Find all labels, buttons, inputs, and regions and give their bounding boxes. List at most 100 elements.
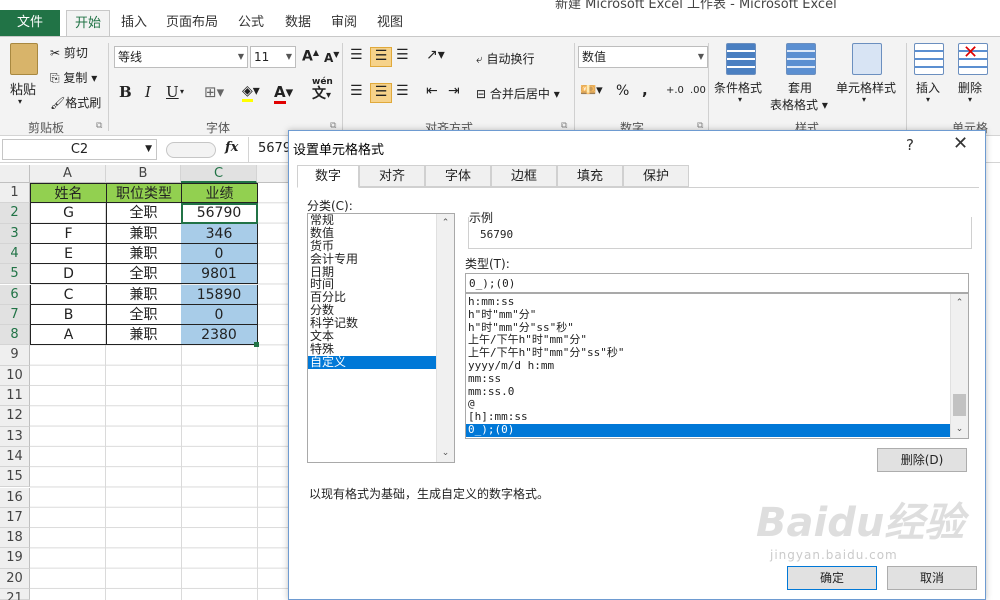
row-header[interactable]: 14 xyxy=(0,446,30,468)
tab-number[interactable]: 数字 xyxy=(297,165,359,188)
font-size-combo[interactable]: 11 ▼ xyxy=(250,46,296,68)
row-header[interactable]: 1 xyxy=(0,183,30,204)
list-item[interactable]: mm:ss.0 xyxy=(466,385,950,399)
fill-handle[interactable] xyxy=(254,342,259,347)
row-header[interactable]: 2 xyxy=(0,203,30,224)
increase-decimal-icon[interactable]: +.0 xyxy=(666,85,684,96)
cell-b[interactable]: 全职 xyxy=(106,203,182,224)
number-format-combo[interactable]: 数值 ▼ xyxy=(578,46,708,68)
delete-cells-icon[interactable]: ✕ xyxy=(958,42,988,75)
chevron-down-icon[interactable]: ▾ xyxy=(180,87,184,96)
cell-a[interactable]: D xyxy=(30,264,107,285)
list-item[interactable]: 货币 xyxy=(308,239,436,253)
chevron-down-icon[interactable]: ▾ xyxy=(926,95,930,104)
cell-b[interactable]: 兼职 xyxy=(106,223,182,244)
row-header[interactable]: 8 xyxy=(0,325,30,346)
italic-button[interactable]: I xyxy=(145,83,151,101)
cell-c-active[interactable]: 56790 xyxy=(181,203,258,224)
bold-button[interactable]: B xyxy=(119,83,132,101)
cell-c[interactable]: 2380 xyxy=(181,325,258,346)
cell-b[interactable]: 全职 xyxy=(106,304,182,326)
tab-fill[interactable]: 填充 xyxy=(557,165,623,187)
cell-a[interactable]: G xyxy=(30,203,107,224)
tab-protection[interactable]: 保护 xyxy=(623,165,689,187)
row-header[interactable]: 4 xyxy=(0,243,30,265)
column-header-a[interactable]: A xyxy=(30,165,106,183)
cell-a[interactable]: A xyxy=(30,325,107,346)
row-header[interactable]: 6 xyxy=(0,284,30,305)
list-item[interactable]: 会计专用 xyxy=(308,252,436,266)
row-header[interactable]: 11 xyxy=(0,386,30,407)
delete-cells-button[interactable]: 删除 xyxy=(958,79,982,96)
row-header[interactable]: 17 xyxy=(0,507,30,529)
list-item[interactable]: yyyy/m/d h:mm xyxy=(466,359,950,373)
cell-c[interactable]: 15890 xyxy=(181,284,258,305)
conditional-format-icon[interactable] xyxy=(726,43,756,75)
align-middle-icon[interactable]: ☰ xyxy=(370,47,392,67)
cell-b[interactable]: 全职 xyxy=(106,264,182,285)
decrease-decimal-icon[interactable]: .00 xyxy=(690,85,706,96)
merge-center-button[interactable]: ⊟ 合并后居中 ▾ xyxy=(476,85,560,102)
table-format-button[interactable]: 表格格式 ▾ xyxy=(770,96,828,113)
tab-file[interactable]: 文件 xyxy=(0,10,60,36)
fill-color-icon[interactable]: ◈▾ xyxy=(242,83,260,102)
row-header[interactable]: 18 xyxy=(0,528,30,549)
row-header[interactable]: 20 xyxy=(0,568,30,589)
clipboard-launcher-icon[interactable]: ⧉ xyxy=(96,121,102,131)
list-item[interactable]: 数值 xyxy=(308,226,436,240)
align-bottom-icon[interactable]: ☰ xyxy=(396,47,409,63)
select-all-corner[interactable] xyxy=(0,165,30,183)
help-icon[interactable]: ? xyxy=(906,136,914,154)
tab-formulas[interactable]: 公式 xyxy=(230,10,272,36)
cell-a[interactable]: E xyxy=(30,243,107,265)
font-name-combo[interactable]: 等线 ▼ xyxy=(114,46,248,68)
paste-button[interactable]: 粘贴 xyxy=(10,79,36,98)
chevron-up-icon[interactable]: ⌃ xyxy=(437,215,454,231)
formula-expand-handle[interactable] xyxy=(166,142,216,158)
chevron-down-icon[interactable]: ⌄ xyxy=(951,421,968,437)
list-item[interactable]: [h]:mm:ss xyxy=(466,410,950,424)
cell-a[interactable]: B xyxy=(30,304,107,326)
fx-icon[interactable]: fx xyxy=(225,140,238,155)
decrease-font-icon[interactable]: A▼ xyxy=(324,50,339,65)
row-header[interactable]: 5 xyxy=(0,264,30,285)
tab-review[interactable]: 审阅 xyxy=(323,10,365,36)
row-header[interactable]: 21 xyxy=(0,589,30,600)
close-icon[interactable]: ✕ xyxy=(953,133,968,154)
align-top-icon[interactable]: ☰ xyxy=(350,47,363,63)
align-center-icon[interactable]: ☰ xyxy=(370,83,392,103)
cell-style-icon[interactable] xyxy=(852,43,882,75)
list-item[interactable]: h:mm:ss xyxy=(466,295,950,309)
decrease-indent-icon[interactable]: ⇤ xyxy=(426,83,438,99)
cell-a[interactable]: C xyxy=(30,284,107,305)
column-header-c[interactable]: C xyxy=(181,165,257,183)
underline-button[interactable]: U xyxy=(166,83,179,101)
chevron-up-icon[interactable]: ⌃ xyxy=(951,295,968,311)
row-header[interactable]: 3 xyxy=(0,223,30,244)
row-header[interactable]: 15 xyxy=(0,467,30,488)
chevron-down-icon[interactable]: ▾ xyxy=(968,95,972,104)
scrollbar-thumb[interactable] xyxy=(953,394,966,416)
cell-b1[interactable]: 职位类型 xyxy=(106,183,182,204)
list-item[interactable]: 特殊 xyxy=(308,342,436,356)
tab-page-layout[interactable]: 页面布局 xyxy=(158,10,226,36)
list-item[interactable]: @ xyxy=(466,398,950,411)
wrap-text-button[interactable]: ⤶ 自动换行 xyxy=(476,50,535,67)
border-icon[interactable]: ⊞▾ xyxy=(204,83,224,101)
tab-alignment[interactable]: 对齐 xyxy=(359,165,425,187)
cell-b[interactable]: 兼职 xyxy=(106,284,182,305)
paste-dropdown-icon[interactable]: ▾ xyxy=(18,97,22,106)
format-code-list[interactable]: h:mm:ss h"时"mm"分" h"时"mm"分"ss"秒" 上午/下午h"… xyxy=(465,293,969,439)
cell-style-button[interactable]: 单元格样式 xyxy=(836,79,896,96)
type-input[interactable]: 0_);(0) xyxy=(465,273,969,293)
cut-button[interactable]: ✂ 剪切 xyxy=(50,44,88,61)
comma-button[interactable]: , xyxy=(642,81,648,99)
insert-cells-button[interactable]: 插入 xyxy=(916,79,940,96)
font-color-icon[interactable]: A▾ xyxy=(274,83,293,104)
cell-c[interactable]: 346 xyxy=(181,223,258,244)
phonetic-guide-button[interactable]: wén 文▾ xyxy=(312,77,333,103)
align-right-icon[interactable]: ☰ xyxy=(396,83,409,99)
list-item[interactable]: h"时"mm"分" xyxy=(466,308,950,322)
cell-c[interactable]: 0 xyxy=(181,304,258,326)
cell-b[interactable]: 兼职 xyxy=(106,243,182,265)
